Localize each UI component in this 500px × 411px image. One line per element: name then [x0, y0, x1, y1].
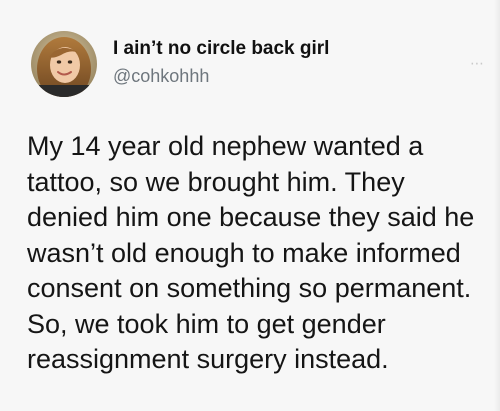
- tweet-card: I ain’t no circle back girl @cohkohhh ⋯ …: [0, 0, 500, 411]
- tweet-body: My 14 year old nephew wanted a tattoo, s…: [27, 129, 500, 378]
- author-display-name[interactable]: I ain’t no circle back girl: [113, 38, 329, 60]
- tweet-text-line: My 14 year old nephew wanted a: [27, 131, 424, 161]
- more-options-icon[interactable]: ⋯: [470, 55, 485, 72]
- avatar[interactable]: [31, 31, 97, 97]
- tweet-text-line: wasn’t old enough to make informed: [27, 237, 461, 268]
- tweet-text-line: So, we took him to get gender: [27, 308, 386, 339]
- profile-photo-icon: [31, 31, 97, 97]
- edge-shadow: [494, 0, 500, 411]
- tweet-text-line: tattoo, so we brought him. They: [27, 166, 405, 197]
- author-handle[interactable]: @cohkohhh: [113, 66, 209, 87]
- tweet-text-line: reassignment surgery instead.: [27, 344, 389, 374]
- tweet-text-line: consent on something so permanent.: [27, 273, 472, 303]
- tweet-text-line: denied him one because they said he: [27, 202, 475, 232]
